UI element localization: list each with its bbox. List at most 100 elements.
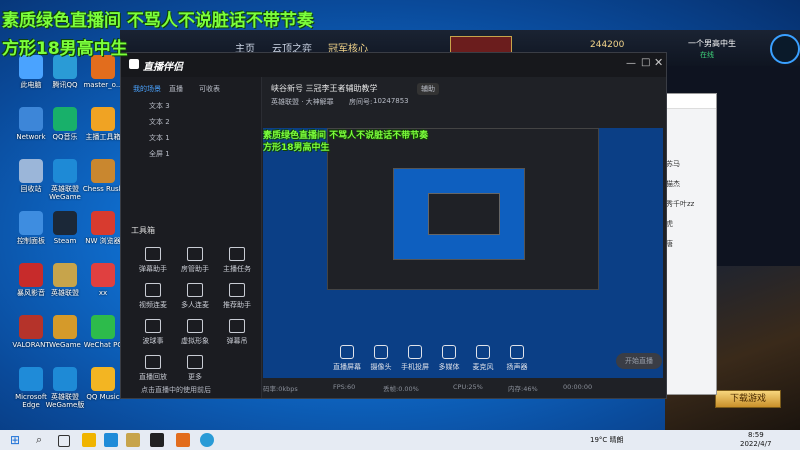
source-label: 麦克风 [472, 363, 494, 371]
source-button[interactable]: 摄像头 [363, 345, 399, 372]
scene-item[interactable]: 全屏 1 [149, 149, 170, 159]
tool-button[interactable]: 直播回放 [139, 355, 167, 382]
app-title-bar: 直播伴侣 — □ ✕ [121, 53, 666, 77]
tool-label: 多人连麦 [181, 301, 209, 309]
preview-overlay-line2: 方形18男高中生 [263, 143, 330, 153]
friend-name[interactable]: 秀千叶zz [666, 194, 694, 214]
minimize-icon[interactable]: — [626, 58, 636, 69]
tab-scenes[interactable]: 我的场景 [133, 84, 161, 94]
tool-icon [187, 283, 203, 297]
status-cpu: CPU:25% [453, 383, 483, 391]
app-icon [19, 367, 43, 391]
room-id-label: 房间号: [349, 98, 373, 106]
scene-panel: 我的场景 直播 可收表 文本 3 文本 2 文本 1 全屏 1 工具箱 弹幕助手… [121, 77, 262, 398]
preview-nested-window-2 [428, 193, 500, 235]
tool-button[interactable]: 推荐助手 [223, 283, 251, 310]
source-icon [510, 345, 524, 359]
source-button[interactable]: 扬声器 [499, 345, 535, 372]
app-icon [19, 263, 43, 287]
tool-icon [145, 247, 161, 261]
live-preview: 素质绿色直播间 不骂人不说脏话不带节奏 方形18男高中生 [263, 128, 663, 378]
source-label: 直播屏幕 [333, 363, 361, 371]
lol-icon[interactable] [150, 433, 164, 447]
search-icon[interactable]: ⌕ [36, 433, 42, 447]
source-button[interactable]: 多媒体 [431, 345, 467, 372]
weather-text[interactable]: 19°C 晴朗 [590, 435, 624, 445]
coin-count: 244200 [590, 40, 625, 50]
tool-icon [145, 283, 161, 297]
file-explorer-icon[interactable] [82, 433, 96, 447]
tool-label: 虚拟形象 [181, 337, 209, 345]
app-icon [91, 367, 115, 391]
source-icon [476, 345, 490, 359]
player-status: 在线 [700, 51, 714, 59]
scene-item[interactable]: 文本 1 [149, 133, 170, 143]
windows-start-icon[interactable]: ⊞ [10, 433, 20, 447]
app-icon [91, 107, 115, 131]
tool-button[interactable]: 虚拟形象 [181, 319, 209, 346]
source-button[interactable]: 直播屏幕 [329, 345, 365, 372]
app-icon [91, 159, 115, 183]
game-icon[interactable] [126, 433, 140, 447]
clock-time[interactable]: 8:59 [748, 431, 764, 439]
room-tag[interactable]: 英雄联盟 · 大神解罪 [271, 97, 334, 107]
player-avatar[interactable] [770, 34, 800, 64]
task-view-icon[interactable] [58, 435, 70, 447]
source-icon [442, 345, 456, 359]
close-icon[interactable]: ✕ [654, 56, 663, 69]
scene-item[interactable]: 文本 2 [149, 117, 170, 127]
tool-label: 房管助手 [181, 265, 209, 273]
room-id: 10247853 [373, 97, 409, 105]
tool-button[interactable]: 主播任务 [223, 247, 251, 274]
start-live-button[interactable]: 开始直播 [616, 353, 662, 369]
tool-button[interactable]: 房管助手 [181, 247, 209, 274]
friend-name[interactable]: 猫杰 [666, 174, 694, 194]
source-icon [340, 345, 354, 359]
tool-button[interactable]: 弹幕助手 [139, 247, 167, 274]
streaming-app-window: 直播伴侣 — □ ✕ 我的场景 直播 可收表 文本 3 文本 2 文本 1 全屏… [120, 52, 667, 399]
edge-icon[interactable] [104, 433, 118, 447]
source-button[interactable]: 手机投屏 [397, 345, 433, 372]
streamer-tool-icon[interactable] [176, 433, 190, 447]
tool-label: 主播任务 [223, 265, 251, 273]
tool-label: 波球事 [142, 337, 164, 345]
source-label: 摄像头 [370, 363, 392, 371]
tool-label: 视频连麦 [139, 301, 167, 309]
maximize-icon[interactable]: □ [641, 57, 650, 68]
tool-button[interactable]: 视频连麦 [139, 283, 167, 310]
room-title[interactable]: 峡谷新号 三冠李王者辅助教学 [271, 83, 378, 94]
edit-button[interactable]: 辅助 [417, 83, 439, 95]
source-label: 手机投屏 [401, 363, 429, 371]
app-icon [19, 107, 43, 131]
tool-label: 弹幕助手 [139, 265, 167, 273]
friend-name[interactable]: 虎 [666, 214, 694, 234]
clock-date[interactable]: 2022/4/7 [740, 440, 771, 448]
source-icon [374, 345, 388, 359]
tool-icon [145, 319, 161, 333]
app-icon [19, 159, 43, 183]
tool-icon [187, 319, 203, 333]
status-memory: 内存:46% [508, 385, 538, 393]
status-dropped: 丢帧:0.00% [383, 385, 419, 393]
friend-name[interactable]: 唐 [666, 234, 694, 254]
app-icon [53, 211, 77, 235]
tool-button[interactable]: 多人连麦 [181, 283, 209, 310]
app-icon [91, 315, 115, 339]
tab-collect[interactable]: 可收表 [199, 84, 220, 94]
tool-button[interactable]: 波球事 [139, 319, 167, 346]
tool-icon [229, 247, 245, 261]
qq-icon[interactable] [200, 433, 214, 447]
tab-live[interactable]: 直播 [169, 84, 183, 94]
scene-item[interactable]: 文本 3 [149, 101, 170, 111]
taskbar: ⊞ ⌕ 19°C 晴朗 8:59 2022/4/7 [0, 430, 800, 450]
tool-button[interactable]: 更多 [181, 355, 209, 382]
friend-name[interactable]: 苏马 [666, 154, 694, 174]
download-game-button[interactable]: 下载游戏 [715, 390, 781, 408]
source-button[interactable]: 麦克风 [465, 345, 501, 372]
app-icon [91, 263, 115, 287]
status-fps: FPS:60 [333, 383, 356, 391]
app-icon [53, 367, 77, 391]
tool-button[interactable]: 弹幕吊 [223, 319, 251, 346]
status-time: 00:00:00 [563, 383, 593, 391]
tool-icon [145, 355, 161, 369]
